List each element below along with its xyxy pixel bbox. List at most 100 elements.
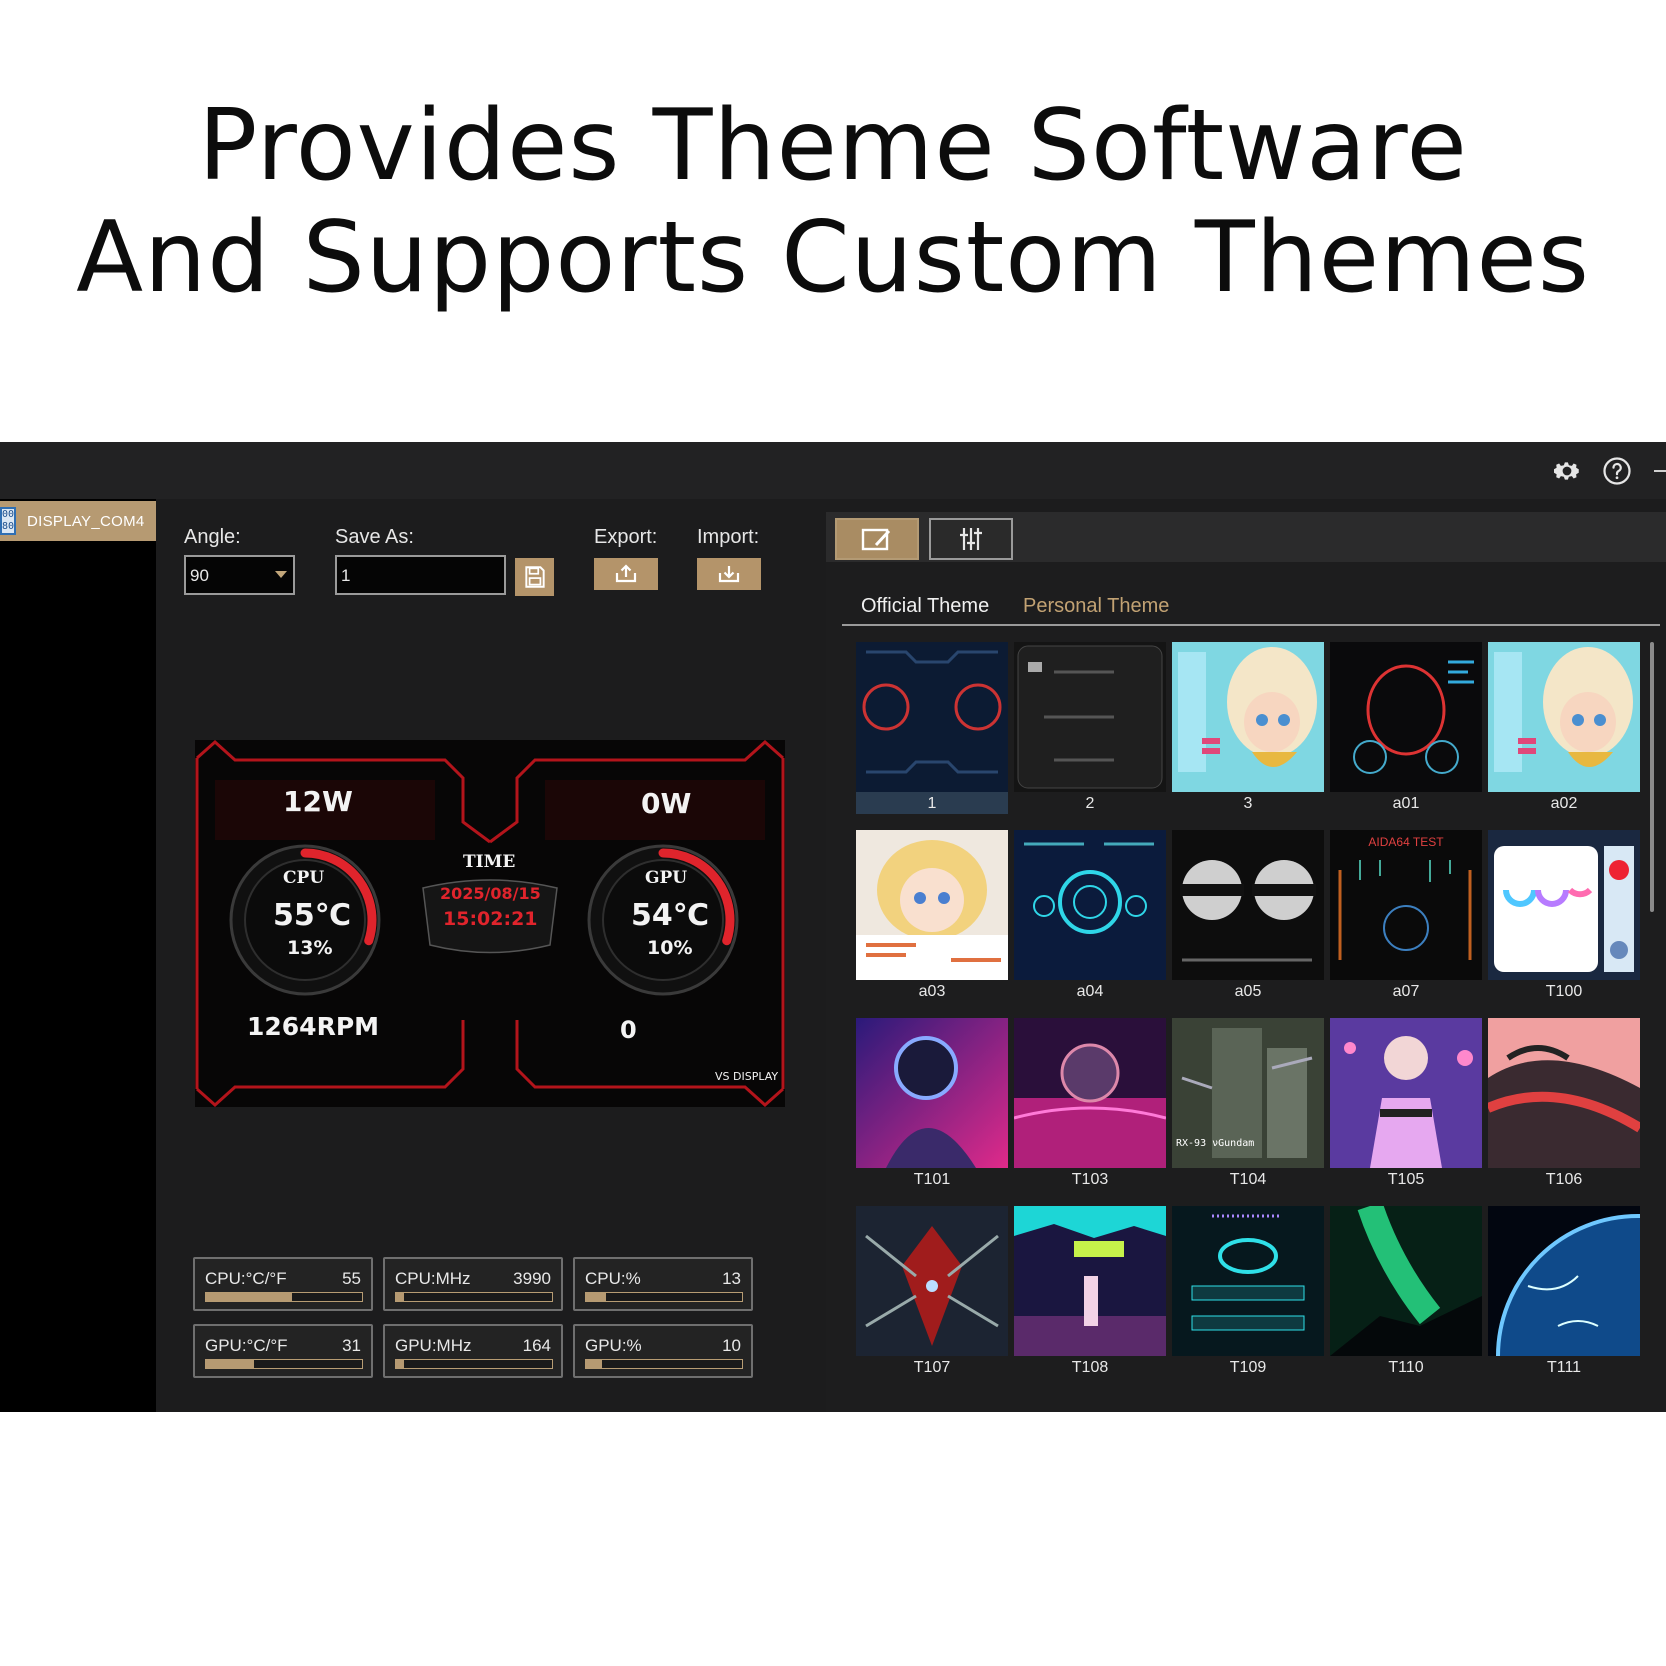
sensor-bar <box>395 1292 553 1302</box>
theme-label: T100 <box>1545 983 1583 1000</box>
theme-label: 1 <box>856 792 1008 814</box>
theme-thumbnail[interactable]: T109 <box>1172 1206 1324 1378</box>
panel-tabbar <box>826 512 1666 562</box>
angle-value: 90 <box>190 566 209 585</box>
save-button[interactable] <box>515 558 554 596</box>
theme-preview-image <box>856 642 1008 792</box>
theme-thumbnail[interactable]: T105 <box>1330 1018 1482 1190</box>
theme-preview-image <box>1014 830 1166 980</box>
theme-thumbnail[interactable]: AIDA64 TEST a07 <box>1330 830 1482 1002</box>
theme-preview-image <box>1172 642 1324 792</box>
theme-thumbnail[interactable]: RX-93 νGundam T104 <box>1172 1018 1324 1190</box>
theme-thumbnail[interactable]: 2 <box>1014 642 1166 814</box>
gpu-temp: 54℃ <box>631 898 710 933</box>
tab-personal-theme[interactable]: Personal Theme <box>1023 595 1169 618</box>
sensor-tile[interactable]: GPU:°C/°F 31 <box>193 1324 373 1378</box>
theme-preview-image <box>1172 1206 1324 1356</box>
footer-space <box>0 1412 1666 1666</box>
minimize-icon[interactable] <box>1654 470 1666 472</box>
export-icon <box>615 564 637 583</box>
theme-preview-image <box>1014 1206 1166 1356</box>
cpu-temp: 55℃ <box>273 898 352 933</box>
theme-thumbnail[interactable]: T101 <box>856 1018 1008 1190</box>
save-as-value: 1 <box>341 566 351 585</box>
theme-preview-image <box>1488 1018 1640 1168</box>
sensor-tile[interactable]: GPU:% 10 <box>573 1324 753 1378</box>
svg-text:RX-93 νGundam: RX-93 νGundam <box>1176 1138 1254 1149</box>
brand-label: VS DISPLAY <box>715 1070 779 1083</box>
cpu-load: 13% <box>287 937 333 959</box>
theme-thumbnail[interactable]: 1 <box>856 642 1008 814</box>
gpu-fan-value: 0 <box>620 1016 637 1044</box>
theme-thumbnail[interactable]: a02 <box>1488 642 1640 814</box>
sensor-value: 31 <box>342 1336 361 1355</box>
theme-label: T106 <box>1545 1171 1583 1188</box>
theme-label: T101 <box>913 1171 951 1188</box>
tab-settings-sliders[interactable] <box>929 518 1013 560</box>
sensor-tile[interactable]: GPU:MHz 164 <box>383 1324 563 1378</box>
sensor-name: GPU:MHz <box>395 1336 472 1355</box>
sensor-name: CPU:% <box>585 1269 641 1288</box>
theme-thumbnail[interactable]: T100 <box>1488 830 1640 1002</box>
theme-thumbnail[interactable]: T106 <box>1488 1018 1640 1190</box>
theme-panel: Official Theme Personal Theme 1 2 3 a01 a02 a… <box>826 512 1666 1412</box>
gpu-load: 10% <box>647 937 693 959</box>
headline-line-2: And Supports Custom Themes <box>76 201 1590 315</box>
settings-sliders-icon <box>960 528 982 550</box>
theme-grid-scrollbar[interactable] <box>1650 642 1654 912</box>
sensor-value: 55 <box>342 1269 361 1288</box>
angle-select[interactable]: 90 <box>184 555 295 595</box>
svg-text:AIDA64 TEST: AIDA64 TEST <box>1368 835 1444 849</box>
gpu-power: 0W <box>641 787 692 820</box>
app-window: 00 80 DISPLAY_COM4 Angle: 90 Save As: 1 … <box>0 442 1666 1412</box>
import-label: Import: <box>697 526 760 548</box>
theme-thumbnail[interactable]: T111 <box>1488 1206 1640 1378</box>
theme-preview-image <box>856 1206 1008 1356</box>
sidebar-item-display-com4[interactable]: 00 80 DISPLAY_COM4 <box>0 501 156 541</box>
sensor-tile[interactable]: CPU:°C/°F 55 <box>193 1257 373 1311</box>
headline-line-1: Provides Theme Software <box>198 89 1468 203</box>
tab-official-theme[interactable]: Official Theme <box>861 595 989 618</box>
theme-preview-image <box>856 1018 1008 1168</box>
sensor-name: GPU:% <box>585 1336 642 1355</box>
headline: Provides Theme Software And Supports Cus… <box>0 90 1666 314</box>
theme-thumbnail[interactable]: 3 <box>1172 642 1324 814</box>
sensor-bar-fill <box>206 1360 255 1368</box>
save-icon <box>524 566 545 588</box>
save-as-input[interactable]: 1 <box>335 555 506 595</box>
theme-thumbnail[interactable]: T110 <box>1330 1206 1482 1378</box>
sensor-bar <box>585 1359 743 1369</box>
export-label: Export: <box>594 526 658 548</box>
theme-thumbnail[interactable]: a04 <box>1014 830 1166 1002</box>
angle-label: Angle: <box>184 526 241 548</box>
theme-thumbnail[interactable]: a03 <box>856 830 1008 1002</box>
sensor-bar-fill <box>586 1293 607 1301</box>
sensor-name: GPU:°C/°F <box>205 1336 288 1355</box>
theme-label: T103 <box>1071 1171 1109 1188</box>
theme-thumbnail[interactable]: T108 <box>1014 1206 1166 1378</box>
cpu-power: 12W <box>283 785 353 818</box>
theme-label: a05 <box>1234 983 1262 1000</box>
sensor-value: 3990 <box>513 1269 551 1288</box>
tab-edit-theme[interactable] <box>835 518 919 560</box>
theme-preview-image <box>1488 642 1640 792</box>
theme-preview-image: RX-93 νGundam <box>1172 1018 1324 1168</box>
import-button[interactable] <box>697 558 761 590</box>
theme-preview-display[interactable]: 12W 0W CPU 55℃ 13% TIME 2025/08/15 15:02… <box>195 740 785 1107</box>
theme-thumbnail[interactable]: T107 <box>856 1206 1008 1378</box>
theme-thumbnail[interactable]: a05 <box>1172 830 1324 1002</box>
cpu-fan-rpm: 1264RPM <box>247 1012 380 1041</box>
sensor-bar <box>395 1359 553 1369</box>
help-icon[interactable] <box>1602 456 1632 486</box>
export-button[interactable] <box>594 558 658 590</box>
theme-thumbnail[interactable]: a01 <box>1330 642 1482 814</box>
time-readout: 15:02:21 <box>443 908 538 930</box>
sensor-bar <box>585 1292 743 1302</box>
theme-thumbnail[interactable]: T103 <box>1014 1018 1166 1190</box>
theme-label: a03 <box>918 983 946 1000</box>
sensor-tile[interactable]: CPU:MHz 3990 <box>383 1257 563 1311</box>
gear-icon[interactable] <box>1552 456 1582 486</box>
sensor-name: CPU:MHz <box>395 1269 471 1288</box>
title-bar <box>0 442 1666 499</box>
sensor-tile[interactable]: CPU:% 13 <box>573 1257 753 1311</box>
